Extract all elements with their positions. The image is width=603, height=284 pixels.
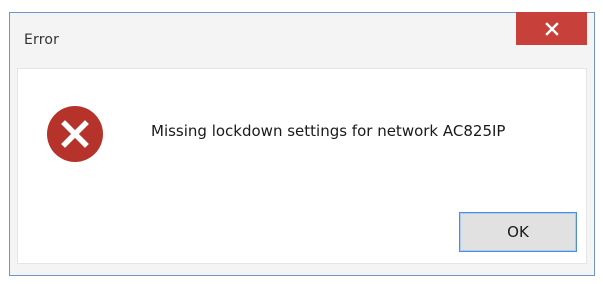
close-icon xyxy=(544,21,559,36)
close-button[interactable] xyxy=(516,12,587,45)
ok-button[interactable]: OK xyxy=(459,212,577,252)
error-message: Missing lockdown settings for network AC… xyxy=(151,122,506,140)
window-title: Error xyxy=(24,32,60,48)
error-icon xyxy=(45,104,105,164)
error-dialog-window: Error Missing lockdown settings for netw… xyxy=(9,12,595,276)
title-bar: Error xyxy=(10,12,594,61)
dialog-content: Missing lockdown settings for network AC… xyxy=(17,68,587,264)
